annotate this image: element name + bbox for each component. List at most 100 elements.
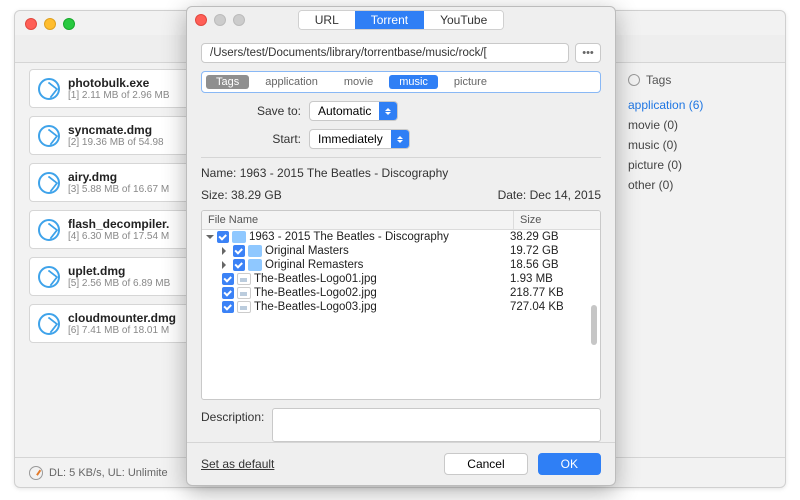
tag-application[interactable]: application xyxy=(255,75,328,89)
table-row[interactable]: 1963 - 2015 The Beatles - Discography 38.… xyxy=(202,230,600,244)
checkbox[interactable] xyxy=(222,287,234,299)
file-icon xyxy=(237,287,251,299)
download-meta: [1] 2.11 MB of 2.96 MB xyxy=(68,90,170,101)
table-row[interactable]: Original Masters 19.72 GB xyxy=(202,244,600,258)
tag-movie[interactable]: movie xyxy=(334,75,383,89)
folder-icon xyxy=(248,259,262,271)
download-item[interactable]: flash_decompiler.[4] 6.30 MB of 17.54 M xyxy=(29,210,199,249)
progress-icon xyxy=(38,266,60,288)
folder-icon xyxy=(232,231,246,243)
checkbox[interactable] xyxy=(222,273,234,285)
progress-icon xyxy=(38,125,60,147)
disclosure-triangle-icon[interactable] xyxy=(222,261,230,269)
file-size: 38.29 GB xyxy=(510,231,596,243)
downloads-list: photobulk.exe[1] 2.11 MB of 2.96 MB syncm… xyxy=(15,63,205,457)
tag-filter[interactable]: movie (0) xyxy=(628,115,773,135)
ok-button[interactable]: OK xyxy=(538,453,601,475)
download-name: cloudmounter.dmg xyxy=(68,311,176,325)
start-label: Start: xyxy=(241,132,301,146)
download-name: uplet.dmg xyxy=(68,264,170,278)
torrent-date: Dec 14, 2015 xyxy=(530,188,601,202)
progress-icon xyxy=(38,313,60,335)
file-name: The-Beatles-Logo03.jpg xyxy=(254,301,377,313)
tags-label-chip: Tags xyxy=(206,75,249,89)
file-size: 1.93 MB xyxy=(510,273,596,285)
download-meta: [6] 7.41 MB of 18.01 M xyxy=(68,325,176,336)
status-text: DL: 5 KB/s, UL: Unlimite xyxy=(49,467,168,479)
download-item[interactable]: syncmate.dmg[2] 19.36 MB of 54.98 xyxy=(29,116,199,155)
set-as-default-link[interactable]: Set as default xyxy=(201,457,274,471)
disclosure-triangle-icon[interactable] xyxy=(206,235,214,243)
close-icon[interactable] xyxy=(195,14,207,26)
speed-icon xyxy=(29,466,43,480)
tags-heading: Tags xyxy=(628,73,773,87)
download-item[interactable]: photobulk.exe[1] 2.11 MB of 2.96 MB xyxy=(29,69,199,108)
close-icon[interactable] xyxy=(25,18,37,30)
tab-url[interactable]: URL xyxy=(299,11,355,29)
table-row[interactable]: Original Remasters 18.56 GB xyxy=(202,258,600,272)
tab-torrent[interactable]: Torrent xyxy=(355,11,424,29)
download-meta: [4] 6.30 MB of 17.54 M xyxy=(68,231,169,242)
file-name: The-Beatles-Logo02.jpg xyxy=(254,287,377,299)
torrent-size: 38.29 GB xyxy=(231,188,282,202)
scrollbar-thumb[interactable] xyxy=(591,305,597,345)
disclosure-triangle-icon[interactable] xyxy=(222,247,230,255)
tags-panel: Tags application (6)movie (0)music (0)pi… xyxy=(615,63,785,457)
add-torrent-dialog: URL Torrent YouTube /Users/test/Document… xyxy=(186,6,616,486)
file-table: File Name Size 1963 - 2015 The Beatles -… xyxy=(201,210,601,400)
description-label: Description: xyxy=(201,408,264,424)
progress-icon xyxy=(38,219,60,241)
progress-icon xyxy=(38,172,60,194)
save-to-label: Save to: xyxy=(241,104,301,118)
tag-filter[interactable]: other (0) xyxy=(628,175,773,195)
tag-filter[interactable]: picture (0) xyxy=(628,155,773,175)
table-row[interactable]: The-Beatles-Logo02.jpg218.77 KB xyxy=(202,286,600,300)
source-tabs: URL Torrent YouTube xyxy=(298,10,505,30)
checkbox[interactable] xyxy=(222,301,234,313)
download-name: flash_decompiler. xyxy=(68,217,169,231)
download-name: airy.dmg xyxy=(68,170,169,184)
download-meta: [3] 5.88 MB of 16.67 M xyxy=(68,184,169,195)
minimize-icon[interactable] xyxy=(44,18,56,30)
download-name: photobulk.exe xyxy=(68,76,170,90)
save-to-select[interactable]: Automatic xyxy=(309,101,398,121)
download-item[interactable]: uplet.dmg[5] 2.56 MB of 6.89 MB xyxy=(29,257,199,296)
file-icon xyxy=(237,301,251,313)
chevron-updown-icon xyxy=(391,130,409,148)
torrent-name: 1963 - 2015 The Beatles - Discography xyxy=(240,166,449,180)
file-size: 18.56 GB xyxy=(510,259,596,271)
col-filename[interactable]: File Name xyxy=(202,211,514,229)
table-row[interactable]: The-Beatles-Logo01.jpg 1.93 MB xyxy=(202,272,600,286)
download-name: syncmate.dmg xyxy=(68,123,164,137)
table-row[interactable]: The-Beatles-Logo03.jpg727.04 KB xyxy=(202,300,600,314)
file-name: Original Remasters xyxy=(265,259,363,271)
file-icon xyxy=(237,273,251,285)
browse-button[interactable]: ••• xyxy=(575,43,601,63)
download-meta: [5] 2.56 MB of 6.89 MB xyxy=(68,278,170,289)
download-meta: [2] 19.36 MB of 54.98 xyxy=(68,137,164,148)
download-item[interactable]: airy.dmg[3] 5.88 MB of 16.67 M xyxy=(29,163,199,202)
description-input[interactable] xyxy=(272,408,601,442)
file-name: 1963 - 2015 The Beatles - Discography xyxy=(249,231,449,243)
checkbox[interactable] xyxy=(217,231,229,243)
maximize-icon[interactable] xyxy=(63,18,75,30)
chevron-updown-icon xyxy=(379,102,397,120)
tag-filter[interactable]: application (6) xyxy=(628,95,773,115)
dialog-titlebar: URL Torrent YouTube xyxy=(187,7,615,33)
col-size[interactable]: Size xyxy=(514,211,600,229)
download-item[interactable]: cloudmounter.dmg[6] 7.41 MB of 18.01 M xyxy=(29,304,199,343)
tag-filter[interactable]: music (0) xyxy=(628,135,773,155)
folder-icon xyxy=(248,245,262,257)
file-name: Original Masters xyxy=(265,245,349,257)
path-field[interactable]: /Users/test/Documents/library/torrentbas… xyxy=(201,43,569,63)
tag-picture[interactable]: picture xyxy=(444,75,497,89)
tab-youtube[interactable]: YouTube xyxy=(424,11,503,29)
checkbox[interactable] xyxy=(233,245,245,257)
checkbox[interactable] xyxy=(233,259,245,271)
tag-picker: Tags application movie music picture xyxy=(201,71,601,93)
cancel-button[interactable]: Cancel xyxy=(444,453,527,475)
start-select[interactable]: Immediately xyxy=(309,129,410,149)
tag-music[interactable]: music xyxy=(389,75,438,89)
file-name: The-Beatles-Logo01.jpg xyxy=(254,273,377,285)
file-size: 19.72 GB xyxy=(510,245,596,257)
